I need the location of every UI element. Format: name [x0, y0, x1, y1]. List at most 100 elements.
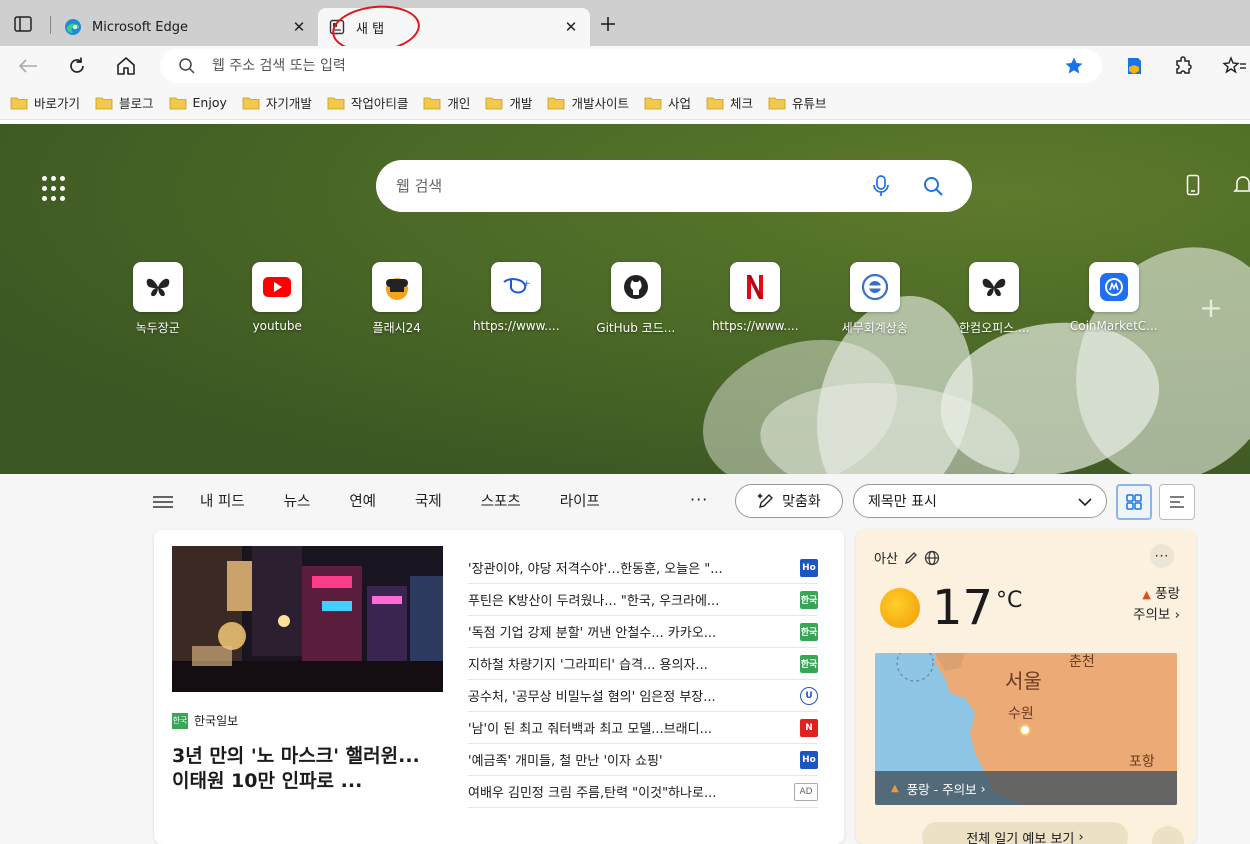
quick-link-label: CoinMarketC...: [1069, 319, 1158, 333]
bookmark-item[interactable]: Enjoy: [169, 95, 227, 110]
close-tab-icon[interactable]: ✕: [288, 16, 310, 38]
github-icon: [610, 262, 661, 312]
news-source-badge-icon: 한국: [800, 622, 818, 641]
quick-link-tile[interactable]: + https://www....: [457, 262, 577, 336]
bookmark-label: 개발사이트: [571, 96, 629, 111]
web-search-input[interactable]: [396, 177, 866, 195]
full-forecast-button[interactable]: 전체 일기 예보 보기 ›: [922, 822, 1128, 844]
edit-pencil-icon[interactable]: [904, 551, 918, 565]
sunny-weather-icon: [880, 588, 920, 628]
feed-tabs: 내 피드 뉴스 연예 국제 스포츠 라이프: [200, 490, 639, 511]
search-icon: [178, 57, 198, 75]
quick-link-tile[interactable]: youtube: [218, 262, 338, 336]
globe-icon[interactable]: [924, 550, 940, 566]
close-tab-icon[interactable]: ✕: [560, 16, 582, 38]
bookmarks-bar: 바로가기 블로그 Enjoy 자기개발 작업아티클 개인 개발 개발사이트 사업 체크 유튜브: [0, 86, 1250, 120]
weather-more-icon[interactable]: ···: [1150, 544, 1174, 568]
chevron-right-icon: ›: [980, 780, 986, 796]
bookmark-item[interactable]: 작업아티클: [327, 93, 408, 112]
feed-tab[interactable]: 라이프: [560, 490, 600, 511]
web-search-box[interactable]: [376, 160, 972, 212]
bookmark-item[interactable]: 유튜브: [768, 93, 827, 112]
feed-tab[interactable]: 뉴스: [284, 490, 311, 511]
bookmark-item[interactable]: 사업: [644, 93, 691, 112]
quick-link-tile[interactable]: GitHub 코드...: [576, 262, 696, 336]
map-alert-bar[interactable]: ▲ 풍랑 - 주의보 ›: [875, 771, 1177, 805]
bookmark-item[interactable]: 개발사이트: [547, 93, 629, 112]
news-source-badge-icon: 한국: [800, 590, 818, 609]
bookmark-item[interactable]: 체크: [706, 93, 753, 112]
quick-link-tile[interactable]: 녹두장군: [98, 262, 218, 336]
coinmarketcap-icon: [1088, 262, 1139, 312]
quick-link-tile[interactable]: 세무회계상송: [815, 262, 935, 336]
news-list-item[interactable]: 여배우 김민정 크림 주름,탄력 "이것"하나로... AD: [468, 776, 818, 808]
extension-shield-icon[interactable]: [1120, 52, 1148, 80]
news-list-item[interactable]: 공수처, '공무상 비밀누설 혐의' 임은정 부장... U: [468, 680, 818, 712]
quick-link-tile[interactable]: CoinMarketC...: [1054, 262, 1174, 336]
news-title: 푸틴은 K방산이 두려웠나... "한국, 우크라에...: [468, 594, 720, 609]
grid-view-icon[interactable]: [1116, 484, 1152, 520]
folder-icon: [768, 96, 786, 110]
disney-plus-icon: +: [491, 262, 542, 312]
favorite-star-icon[interactable]: [1060, 52, 1088, 80]
feed-tab[interactable]: 스포츠: [481, 490, 521, 511]
folder-icon: [327, 96, 345, 110]
weather-alert[interactable]: ▲ 풍랑 주의보 ›: [1110, 584, 1180, 625]
microphone-icon[interactable]: [866, 171, 896, 201]
app-launcher-icon[interactable]: [42, 176, 68, 202]
news-list-item[interactable]: '남'이 된 최고 줘터백과 최고 모델...브래디... N: [468, 712, 818, 744]
featured-news-image[interactable]: [172, 546, 443, 692]
toolbar: [0, 46, 1250, 86]
new-tab-button[interactable]: [596, 12, 620, 36]
favorites-icon[interactable]: [1220, 52, 1248, 80]
bookmark-label: 개발: [509, 96, 533, 111]
refresh-icon[interactable]: [63, 52, 91, 80]
news-list-item[interactable]: 푸틴은 K방산이 두려웠나... "한국, 우크라에... 한국: [468, 584, 818, 616]
news-source-badge-icon: Ho: [800, 750, 818, 769]
tab-microsoft-edge[interactable]: Microsoft Edge ✕: [54, 8, 318, 46]
quick-link-label: https://www....: [711, 319, 799, 333]
news-list-item[interactable]: '장관이야, 야당 저격수야'…한동훈, 오늘은 "... Ho: [468, 552, 818, 584]
home-icon[interactable]: [112, 52, 140, 80]
bookmark-item[interactable]: 바로가기: [10, 93, 80, 112]
news-source-badge-icon: 한국: [800, 654, 818, 673]
bookmark-item[interactable]: 개발: [485, 93, 532, 112]
hankook-ilbo-logo-icon: 한국: [172, 712, 188, 729]
featured-headline[interactable]: 3년 만의 '노 마스크' 핼러윈... 이태원 10만 인파로 ...: [172, 744, 442, 794]
bookmark-label: 자기개발: [265, 96, 312, 111]
weather-map[interactable]: 춘천 서울 수원 포항 ▲ 풍랑 - 주의보 ›: [875, 653, 1177, 805]
bookmark-item[interactable]: 자기개발: [242, 93, 312, 112]
list-view-icon[interactable]: [1159, 484, 1195, 520]
quick-link-tile[interactable]: https://www....: [696, 262, 816, 336]
address-bar[interactable]: [160, 49, 1102, 83]
bookmark-item[interactable]: 개인: [423, 93, 470, 112]
quick-link-tile[interactable]: 플래시24: [337, 262, 457, 336]
temperature-unit: °C: [996, 588, 1023, 613]
display-option-dropdown[interactable]: 제목만 표시: [853, 484, 1107, 518]
search-icon[interactable]: [918, 171, 948, 201]
bookmark-label: 블로그: [119, 96, 154, 111]
news-list-item[interactable]: '예금족' 개미들, 철 만난 '이자 쇼핑' Ho: [468, 744, 818, 776]
quick-link-label: 녹두장군: [135, 321, 180, 335]
news-list-item[interactable]: '독점 기업 강제 분할' 꺼낸 안철수... 카카오... 한국: [468, 616, 818, 648]
hamburger-menu-icon[interactable]: [152, 494, 174, 512]
tab-new-tab[interactable]: 새 탭 ✕: [318, 8, 590, 46]
feed-tab[interactable]: 연예: [349, 490, 376, 511]
folder-icon: [242, 96, 260, 110]
bookmark-item[interactable]: 블로그: [95, 93, 154, 112]
news-list-item[interactable]: 지하철 차량기지 '그라피티' 습격... 용의자... 한국: [468, 648, 818, 680]
personalize-button[interactable]: 맞춤화: [735, 484, 843, 518]
mobile-phone-icon[interactable]: [1180, 172, 1206, 198]
more-options-icon[interactable]: ···: [690, 490, 708, 509]
notification-bell-icon[interactable]: [1230, 172, 1250, 198]
weather-scroll-button[interactable]: [1152, 826, 1184, 844]
add-quick-link-icon[interactable]: +: [1196, 291, 1226, 324]
weather-location[interactable]: 아산: [874, 548, 940, 567]
tab-actions-icon[interactable]: [10, 12, 36, 36]
quick-link-tile[interactable]: 한컴오피스 ...: [935, 262, 1055, 336]
extensions-puzzle-icon[interactable]: [1170, 52, 1198, 80]
feed-tab[interactable]: 국제: [415, 490, 442, 511]
feed-tab[interactable]: 내 피드: [200, 490, 245, 511]
address-input[interactable]: [212, 58, 1060, 74]
back-arrow-icon[interactable]: [14, 52, 42, 80]
